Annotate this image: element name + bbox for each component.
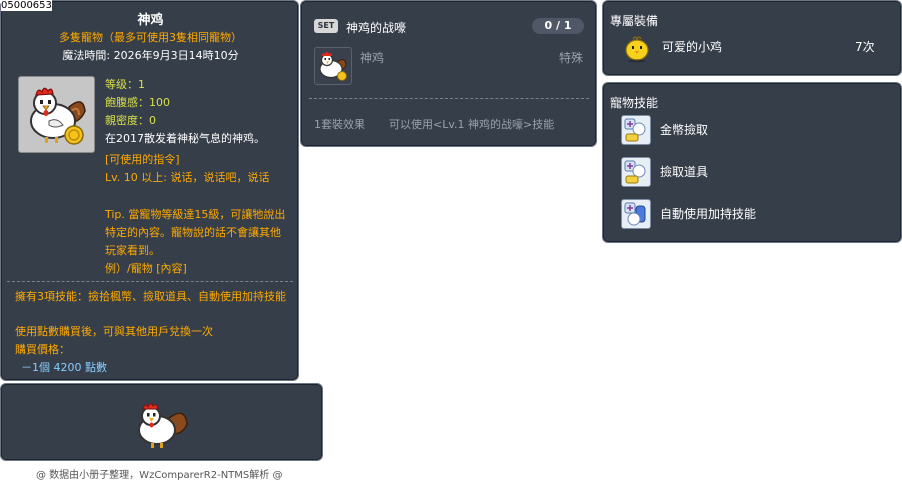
pet-level: 等级：1 (105, 78, 145, 91)
pet-fullness: 飽腹感：100 (105, 96, 170, 109)
chicken-preview-icon (138, 403, 188, 448)
skills-summary: 擁有3項技能：撿拾楓幣、撿取道具、自動使用加持技能 (15, 290, 286, 303)
chicken-icon (30, 87, 86, 145)
exchange-note: 使用點數購買後，可與其他用戶兌換一次 (15, 325, 213, 338)
price-value: －1個 4200 點數 (21, 361, 107, 374)
set-item-name: 神鸡 (360, 51, 385, 65)
credit-text: @ 数据由小册子整理，WzComparerR2-NTMS解析 @ (36, 470, 283, 481)
command-line: Lv. 10 以上: 说话，说话吧，说话 (105, 171, 270, 184)
item-subtitle: 多隻寵物（最多可使用3隻相同寵物） (59, 31, 242, 44)
chicken-small-icon (319, 52, 347, 81)
set-item-icon (314, 47, 352, 85)
skill-label-auto-buff: 自動使用加持技能 (660, 207, 757, 221)
price-label: 購買價格： (15, 343, 70, 356)
set-count-badge: 0 / 1 (532, 18, 584, 34)
coin-pickup-icon (621, 115, 651, 145)
commands-header: [可使用的指令] (105, 153, 180, 166)
tip-text: Tip. 當寵物等級達15級，可讓牠說出特定的內容。寵物說的話不會讓其他玩家看到… (105, 208, 286, 257)
set-effect-description: 可以使用<Lv.1 神鸡的战嚎>技能 (389, 118, 555, 131)
set-name: 神鸡的战嚎 (346, 21, 407, 35)
example-text: 例）/寵物 [內容] (105, 262, 187, 275)
item-description: 在2017散发着神秘气息的神鸡。 (105, 132, 265, 145)
item-title: 神鸡 (137, 13, 164, 28)
skill-label-item-pickup: 撿取道具 (660, 165, 709, 179)
magic-time: 魔法時間: 2026年9月3日14時10分 (62, 49, 239, 62)
pet-closeness: 親密度：0 (105, 114, 156, 127)
item-pickup-icon (621, 157, 651, 187)
divider (309, 98, 589, 99)
exclusive-equipment-title: 專屬裝備 (610, 14, 659, 28)
exclusive-equipment-panel: 專屬裝備 可爱的小鸡 7次 (602, 0, 902, 76)
pet-skills-title: 寵物技能 (610, 96, 659, 110)
chick-icon (625, 36, 649, 63)
exclusive-item-name: 可爱的小鸡 (662, 40, 723, 54)
set-effect-label: 1套裝效果 (314, 118, 365, 131)
pet-skills-panel: 寵物技能 金幣撿取 撿取道具 自動使用加持技能 (602, 82, 902, 243)
item-tooltip-panel: 神鸡 多隻寵物（最多可使用3隻相同寵物） 魔法時間: 2026年9月3日14時1… (0, 0, 299, 381)
set-badge: SET (314, 19, 338, 33)
auto-buff-icon (621, 199, 651, 229)
skill-label-coin-pickup: 金幣撿取 (660, 123, 709, 137)
item-icon-box (18, 76, 95, 153)
pet-preview-panel (0, 383, 323, 461)
divider (7, 281, 293, 282)
exclusive-item-count: 7次 (855, 40, 875, 54)
set-effect-panel: SET 神鸡的战嚎 0 / 1 神鸡 特殊 1套裝效果 可以使用<Lv.1 神鸡… (300, 0, 597, 147)
set-item-type: 特殊 (559, 51, 584, 65)
item-id-label: 05000653 (1, 0, 52, 11)
